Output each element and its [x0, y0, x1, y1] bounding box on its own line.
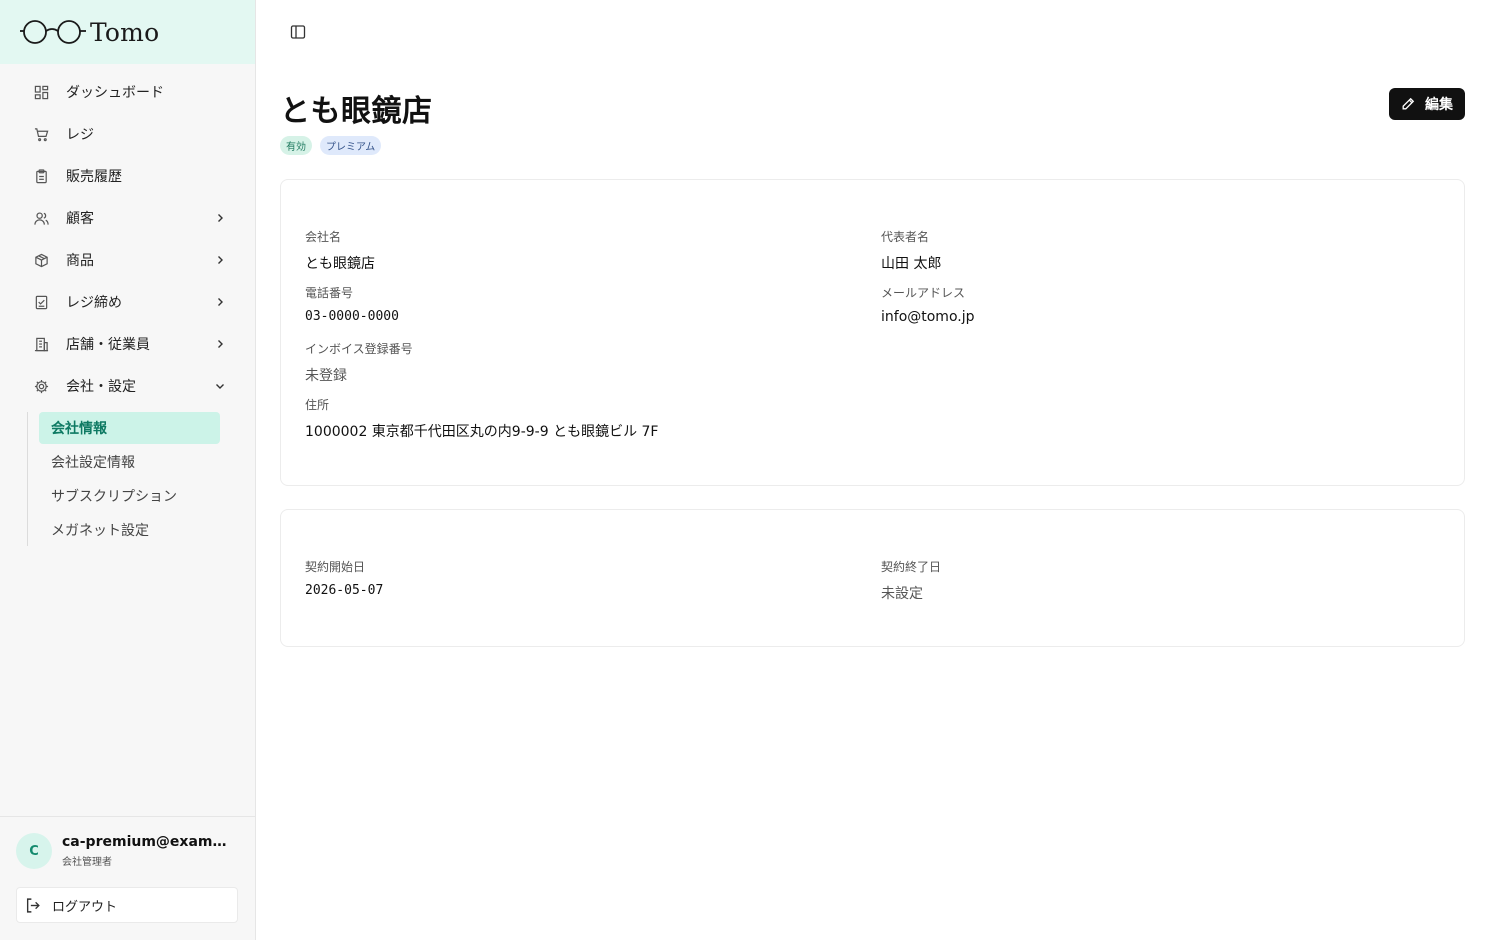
gear-icon	[33, 378, 49, 394]
pencil-icon	[1401, 97, 1415, 111]
field-contract-end: 契約終了日 未設定	[881, 558, 941, 603]
nav-item-company-settings[interactable]: 会社・設定	[0, 365, 255, 407]
nav-item-products[interactable]: 商品	[0, 239, 255, 281]
field-invoice-number: インボイス登録番号 未登録	[305, 340, 413, 385]
package-icon	[33, 252, 49, 268]
field-label: 契約開始日	[305, 560, 366, 574]
field-representative: 代表者名 山田 太郎	[881, 228, 941, 273]
field-value: info@tomo.jp	[881, 309, 975, 325]
sidebar-toggle-button[interactable]	[289, 23, 307, 41]
chevron-right-icon	[213, 211, 227, 225]
main-nav: ダッシュボード レジ 販売履歴 顧客 商品 レジ締め 店舗・従業員 会社・設定 …	[0, 64, 255, 546]
field-company-name: 会社名 とも眼鏡店	[305, 228, 375, 273]
field-value: 03-0000-0000	[305, 309, 399, 324]
nav-label: ダッシュボード	[66, 85, 164, 101]
clipboard-icon	[33, 168, 49, 184]
nav-label: 販売履歴	[66, 169, 122, 185]
status-badges: 有効 プレミアム	[280, 136, 389, 155]
contract-card: 契約開始日 2026-05-07 契約終了日 未設定	[280, 509, 1465, 647]
plan-badge-premium: プレミアム	[320, 136, 382, 155]
main-content: とも眼鏡店 有効 プレミアム 編集 会社名 とも眼鏡店 代表者名 山田 太郎 電…	[256, 0, 1504, 940]
nav-item-customers[interactable]: 顧客	[0, 197, 255, 239]
field-contract-start: 契約開始日 2026-05-07	[305, 558, 383, 598]
company-settings-subnav: 会社情報 会社設定情報 サブスクリプション メガネット設定	[27, 412, 255, 546]
field-phone: 電話番号 03-0000-0000	[305, 284, 399, 324]
logout-label: ログアウト	[52, 899, 118, 915]
edit-label: 編集	[1425, 97, 1453, 113]
nav-item-stores-staff[interactable]: 店舗・従業員	[0, 323, 255, 365]
cart-icon	[33, 126, 49, 142]
nav-item-register-closing[interactable]: レジ締め	[0, 281, 255, 323]
field-label: 電話番号	[305, 286, 354, 300]
users-icon	[33, 210, 49, 226]
nav-label: 商品	[66, 253, 94, 269]
status-badge-active: 有効	[280, 136, 312, 155]
nav-label: レジ	[66, 127, 94, 143]
dashboard-icon	[33, 84, 49, 100]
edit-button[interactable]: 編集	[1389, 88, 1465, 120]
glasses-icon	[20, 20, 86, 44]
user-profile[interactable]: C ca-premium@example.com 会社管理者	[16, 833, 239, 869]
nav-label: 顧客	[66, 211, 94, 227]
brand-logo[interactable]: Tomo	[0, 0, 255, 64]
page-title: とも眼鏡店	[280, 94, 433, 129]
nav-item-register[interactable]: レジ	[0, 113, 255, 155]
field-label: インボイス登録番号	[305, 342, 413, 356]
user-panel: C ca-premium@example.com 会社管理者 ログアウト	[0, 816, 255, 940]
subnav-item-company-config[interactable]: 会社設定情報	[39, 446, 220, 478]
nav-label: 店舗・従業員	[66, 337, 150, 353]
sidebar-toggle-icon	[290, 25, 306, 39]
logout-button[interactable]: ログアウト	[16, 887, 238, 923]
field-value: 1000002 東京都千代田区丸の内9-9-9 とも眼鏡ビル 7F	[305, 424, 659, 440]
user-email: ca-premium@example.com	[62, 834, 234, 850]
logout-icon	[25, 896, 43, 914]
field-label: 住所	[305, 398, 330, 412]
field-address: 住所 1000002 東京都千代田区丸の内9-9-9 とも眼鏡ビル 7F	[305, 396, 659, 441]
field-value: 未設定	[881, 586, 923, 602]
field-value: 2026-05-07	[305, 583, 384, 598]
chevron-right-icon	[213, 253, 227, 267]
field-label: 契約終了日	[881, 560, 942, 574]
user-role: 会社管理者	[62, 857, 112, 868]
user-info: ca-premium@example.com 会社管理者	[62, 834, 234, 868]
brand-name: Tomo	[90, 17, 160, 47]
sidebar: Tomo ダッシュボード レジ 販売履歴 顧客 商品 レジ締め 店舗・従業員 会…	[0, 0, 256, 940]
field-value: 山田 太郎	[881, 256, 942, 272]
field-value: 未登録	[305, 368, 347, 384]
subnav-item-subscription[interactable]: サブスクリプション	[39, 480, 220, 512]
subnav-item-company-info[interactable]: 会社情報	[39, 412, 220, 444]
nav-label: レジ締め	[66, 295, 122, 311]
field-label: メールアドレス	[881, 286, 966, 300]
company-info-card: 会社名 とも眼鏡店 代表者名 山田 太郎 電話番号 03-0000-0000 メ…	[280, 179, 1465, 486]
building-icon	[33, 336, 49, 352]
chevron-right-icon	[213, 337, 227, 351]
chevron-right-icon	[213, 295, 227, 309]
field-label: 会社名	[305, 230, 342, 244]
nav-label: 会社・設定	[66, 379, 136, 395]
field-email: メールアドレス info@tomo.jp	[881, 284, 975, 325]
field-value: とも眼鏡店	[305, 256, 375, 272]
field-label: 代表者名	[881, 230, 930, 244]
nav-item-dashboard[interactable]: ダッシュボード	[0, 71, 255, 113]
checklist-icon	[33, 294, 49, 310]
nav-item-sales-history[interactable]: 販売履歴	[0, 155, 255, 197]
chevron-down-icon	[213, 379, 227, 393]
subnav-item-meganet-settings[interactable]: メガネット設定	[39, 514, 220, 546]
avatar: C	[16, 833, 52, 869]
